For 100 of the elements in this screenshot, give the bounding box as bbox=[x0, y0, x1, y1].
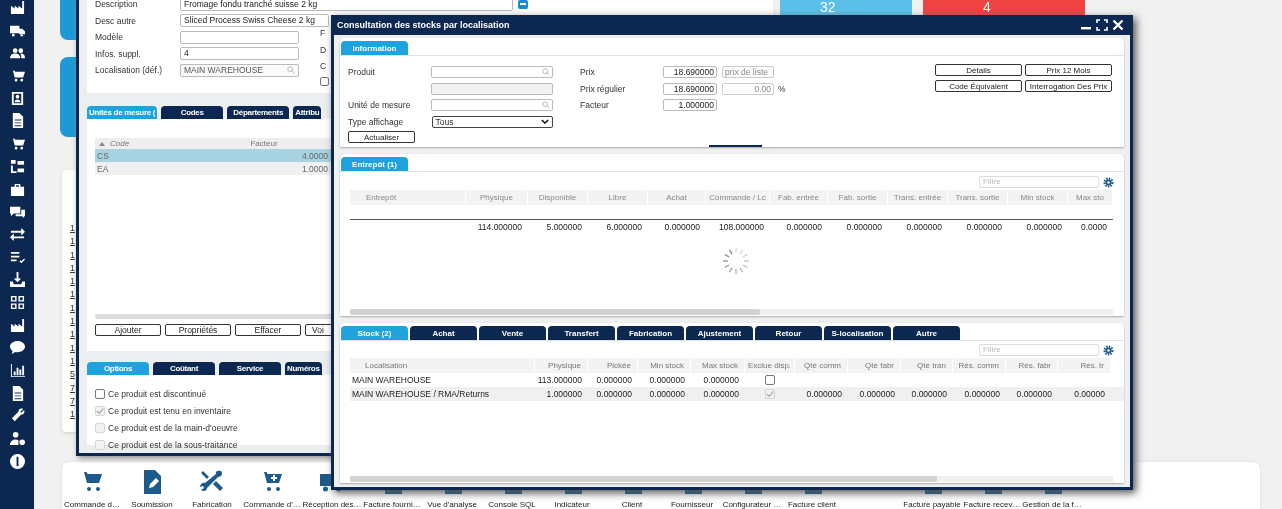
column-header[interactable]: Physique bbox=[535, 358, 588, 373]
text-field[interactable]: 4 bbox=[180, 47, 299, 61]
list-link[interactable]: 1 bbox=[70, 341, 75, 355]
download-icon[interactable] bbox=[9, 272, 25, 288]
list-link[interactable]: 1 bbox=[70, 315, 75, 329]
factory-icon[interactable] bbox=[9, 317, 25, 333]
shortcut-button[interactable]: Commande d… bbox=[62, 470, 122, 509]
shortcut-button[interactable]: Soumission bbox=[122, 470, 182, 509]
factory-icon[interactable] bbox=[9, 0, 25, 15]
hierarchy-icon[interactable] bbox=[9, 158, 25, 174]
list-link[interactable]: 7 bbox=[70, 394, 75, 409]
user-settings-icon[interactable] bbox=[9, 431, 25, 447]
tab[interactable]: Codes bbox=[161, 106, 224, 119]
lookup-field[interactable]: MAIN WAREHOUSE bbox=[180, 63, 299, 77]
text-field[interactable]: Fromage fondu tranché suisse 2 kg bbox=[180, 0, 513, 11]
shortcut-button[interactable]: Console SQL bbox=[482, 470, 542, 509]
column-header[interactable]: Commande / Lc bbox=[706, 190, 770, 205]
contact-card-icon[interactable] bbox=[9, 90, 25, 106]
bar-chart-icon[interactable] bbox=[9, 363, 25, 378]
shortcut-button[interactable]: Configurateur … bbox=[722, 470, 782, 509]
users-icon[interactable] bbox=[9, 45, 25, 61]
list-link[interactable]: 1 bbox=[70, 328, 75, 342]
shortcut-button[interactable]: Gestion de la f… bbox=[1022, 470, 1082, 509]
list-link[interactable]: 1 bbox=[70, 248, 75, 262]
column-header[interactable]: Rés. fabr bbox=[1006, 358, 1058, 373]
column-header[interactable]: Min stock bbox=[638, 358, 691, 373]
action-button[interactable]: Ajouter bbox=[95, 324, 161, 336]
shortcut-button[interactable]: Commande d'… bbox=[242, 470, 302, 509]
shortcut-button[interactable]: Vue d'analyse bbox=[422, 470, 482, 509]
list-link[interactable]: 7 bbox=[70, 381, 75, 395]
tab[interactable]: Numéros bbox=[285, 362, 322, 375]
settings-icon[interactable] bbox=[1103, 176, 1114, 188]
action-button[interactable]: Propriétés bbox=[165, 324, 231, 336]
list-link[interactable]: 1 bbox=[70, 288, 75, 302]
checkbox[interactable] bbox=[95, 388, 105, 399]
tab[interactable]: Départements bbox=[227, 106, 290, 119]
list-link[interactable]: 1 bbox=[70, 261, 75, 276]
action-button[interactable]: Prix 12 Mois bbox=[1025, 64, 1112, 76]
close-icon[interactable] bbox=[1112, 19, 1124, 31]
text-field[interactable]: Sliced Process Swiss Cheese 2 kg bbox=[180, 14, 329, 28]
action-button[interactable]: Code Équivalent bbox=[935, 80, 1022, 92]
tab[interactable]: Fabrication bbox=[617, 326, 684, 340]
text-field[interactable] bbox=[180, 30, 299, 44]
column-header[interactable]: Min stock bbox=[1008, 190, 1068, 205]
briefcase-icon[interactable] bbox=[9, 181, 25, 197]
number-field[interactable]: 18.690000 bbox=[663, 82, 717, 95]
list-link[interactable]: 1 bbox=[70, 222, 75, 236]
settings-icon[interactable] bbox=[1103, 344, 1114, 356]
tab[interactable]: S-localisation bbox=[824, 326, 891, 340]
number-field[interactable]: 0.00 bbox=[722, 82, 774, 95]
column-header[interactable]: Qté tran bbox=[901, 358, 953, 373]
action-button[interactable]: Détails bbox=[935, 64, 1022, 76]
list-link[interactable]: 1 bbox=[70, 408, 75, 422]
column-header[interactable]: Qté fabr bbox=[848, 358, 901, 373]
list-link[interactable]: 5 bbox=[70, 368, 75, 382]
lookup-button[interactable] bbox=[518, 0, 528, 9]
scrollbar[interactable] bbox=[350, 476, 1113, 482]
counter-tile[interactable]: 4 bbox=[923, 0, 1085, 15]
chat-icon[interactable] bbox=[9, 204, 25, 220]
column-header[interactable]: Max stock bbox=[691, 358, 745, 373]
tab[interactable]: Autre bbox=[893, 326, 960, 340]
column-header[interactable]: Qté comm bbox=[795, 358, 848, 373]
shortcut-button[interactable]: Facture recev… bbox=[962, 470, 1022, 509]
number-field[interactable]: 1.000000 bbox=[663, 99, 717, 112]
list-link[interactable]: 1 bbox=[70, 235, 75, 249]
shortcut-button[interactable]: Facture fourni… bbox=[362, 470, 422, 509]
column-header[interactable]: Exclue disp. bbox=[745, 358, 795, 373]
refresh-button[interactable]: Actualiser bbox=[348, 131, 415, 143]
list-link[interactable]: 1 bbox=[70, 354, 75, 369]
column-header[interactable]: Code bbox=[95, 139, 194, 148]
shortcut-button[interactable]: Indicateur bbox=[542, 470, 602, 509]
shortcut-button[interactable]: Facture payable bbox=[902, 470, 962, 509]
shortcut-button[interactable]: Facture client bbox=[782, 470, 842, 509]
number-field[interactable]: 18.690000 bbox=[663, 66, 717, 79]
tab[interactable]: Coûtant bbox=[153, 362, 215, 375]
column-header[interactable]: Rés. tr bbox=[1058, 358, 1111, 373]
action-button[interactable]: Effacer bbox=[235, 324, 301, 336]
column-header[interactable]: Max sto bbox=[1068, 190, 1113, 205]
shortcut-button[interactable]: Fabrication bbox=[182, 470, 242, 509]
checkbox[interactable] bbox=[320, 76, 329, 86]
shortcut-button[interactable]: Réception des… bbox=[302, 470, 362, 509]
chat-bubble-icon[interactable] bbox=[9, 340, 25, 356]
dropdown[interactable]: Tous bbox=[431, 115, 553, 128]
column-header[interactable]: Rés. comm bbox=[953, 358, 1006, 373]
checkbox[interactable] bbox=[765, 375, 775, 385]
tab[interactable]: Retour bbox=[755, 326, 822, 340]
checklist-icon[interactable] bbox=[9, 249, 25, 265]
column-header[interactable]: Pickée bbox=[588, 358, 638, 373]
tab[interactable]: Service bbox=[219, 362, 281, 375]
tab[interactable]: Ajustement bbox=[686, 326, 753, 340]
list-link[interactable]: 1 bbox=[70, 275, 75, 289]
column-header[interactable]: Localisation bbox=[350, 358, 535, 373]
lookup-field[interactable] bbox=[430, 99, 553, 112]
scrollbar[interactable] bbox=[350, 309, 1113, 315]
maximize-icon[interactable] bbox=[1096, 19, 1108, 31]
transfer-icon[interactable] bbox=[9, 226, 25, 242]
wrench-icon[interactable] bbox=[9, 408, 25, 424]
tab[interactable]: Achat bbox=[410, 326, 477, 340]
tab[interactable]: Transfert bbox=[548, 326, 615, 340]
action-button[interactable]: Voi bbox=[305, 324, 333, 336]
